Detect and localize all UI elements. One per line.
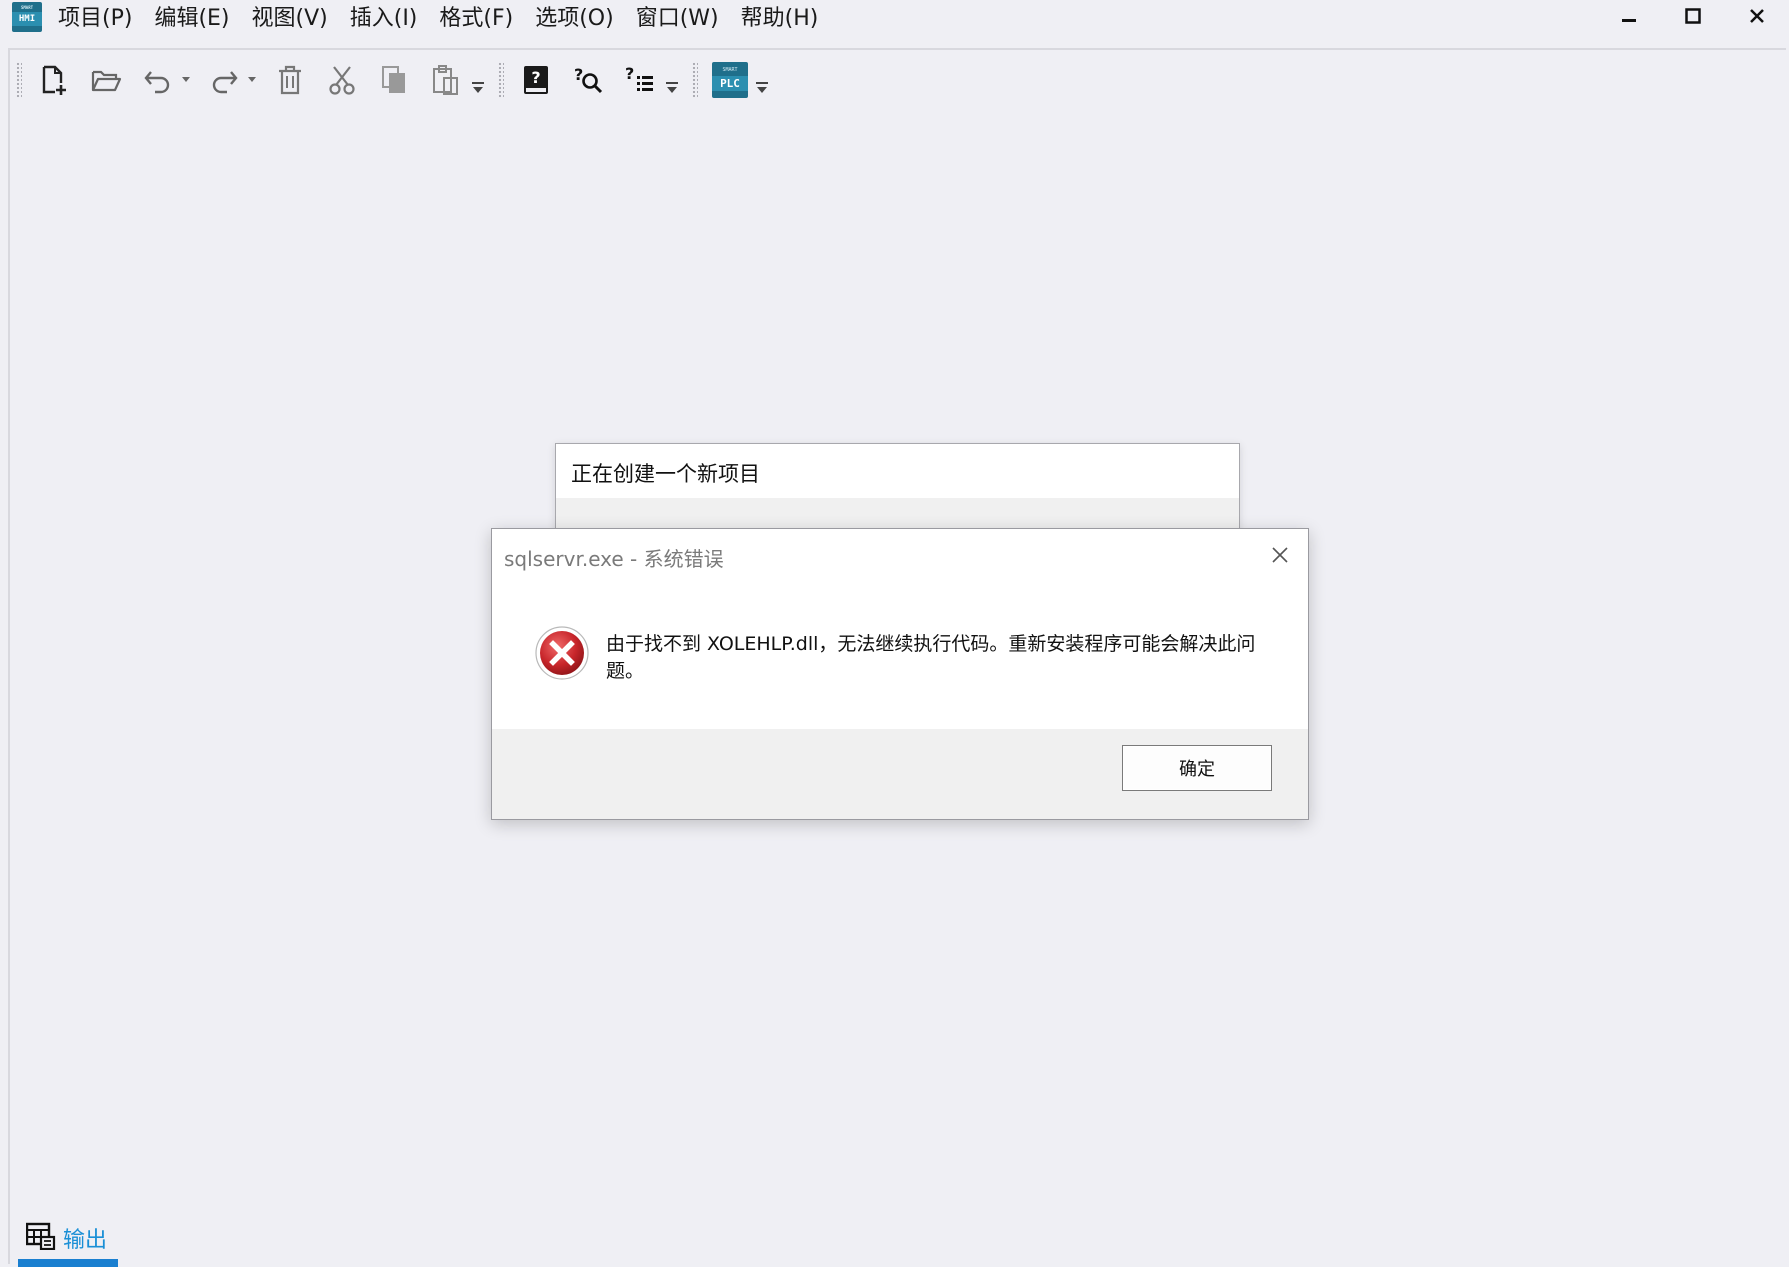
- error-message: 由于找不到 XOLEHLP.dll，无法继续执行代码。重新安装程序可能会解决此问…: [606, 633, 1256, 682]
- paste-icon: [433, 65, 458, 95]
- copy-icon: [382, 66, 405, 93]
- error-dialog-title: sqlservr.exe - 系统错误: [504, 547, 724, 571]
- minimize-button[interactable]: [1597, 0, 1661, 32]
- app-logo-text: HMI: [12, 12, 42, 26]
- new-file-button[interactable]: [34, 60, 74, 100]
- error-dialog: sqlservr.exe - 系统错误 由于找不到 XOLEHLP.dll，无法: [491, 528, 1309, 820]
- output-icon: [25, 1222, 56, 1251]
- help-book-button[interactable]: ?: [516, 60, 556, 100]
- open-folder-button[interactable]: [86, 60, 126, 100]
- toolbar-overflow-button[interactable]: [662, 60, 682, 100]
- undo-dropdown[interactable]: [178, 60, 194, 100]
- smart-plc-icon: SMART PLC: [712, 62, 748, 98]
- overflow-chevron-icon: [472, 82, 484, 93]
- menu-item-edit[interactable]: 编辑(E): [154, 0, 229, 32]
- error-icon: [534, 625, 590, 681]
- smart-plc-button[interactable]: SMART PLC: [710, 60, 750, 100]
- toolbar-overflow-button[interactable]: [752, 60, 772, 100]
- menu-item-format[interactable]: 格式(F): [439, 0, 513, 32]
- menu-item-view[interactable]: 视图(V): [252, 0, 328, 32]
- open-folder-icon: [91, 70, 122, 92]
- toolbar-grip[interactable]: [498, 62, 504, 98]
- close-button[interactable]: [1725, 0, 1789, 32]
- new-file-icon: [42, 65, 66, 95]
- redo-icon: [212, 71, 238, 94]
- menu-item-help[interactable]: 帮助(H): [741, 0, 819, 32]
- svg-text:?: ?: [625, 64, 634, 83]
- undo-button[interactable]: [138, 60, 178, 100]
- menu-items: 项目(P) 编辑(E) 视图(V) 插入(I) 格式(F) 选项(O) 窗口(W…: [58, 0, 840, 32]
- delete-button[interactable]: [270, 60, 310, 100]
- help-list-icon: ?: [625, 64, 653, 91]
- help-list-button[interactable]: ?: [620, 60, 660, 100]
- help-book-icon: ?: [524, 66, 548, 94]
- close-icon: [1750, 9, 1764, 23]
- chevron-down-icon: [248, 77, 256, 82]
- svg-text:?: ?: [574, 65, 583, 84]
- maximize-icon: [1685, 8, 1701, 24]
- find-help-button[interactable]: ?: [568, 60, 608, 100]
- toolbar-overflow-button[interactable]: [468, 60, 488, 100]
- output-tab-active-indicator: [18, 1259, 118, 1267]
- app-logo-icon: SMART HMI: [12, 2, 42, 32]
- delete-icon: [279, 65, 301, 95]
- output-tab[interactable]: 输出: [18, 1212, 118, 1267]
- redo-dropdown[interactable]: [244, 60, 260, 100]
- menu-item-options[interactable]: 选项(O): [535, 0, 613, 32]
- find-help-icon: ?: [574, 65, 603, 94]
- progress-dialog-title: 正在创建一个新项目: [571, 462, 760, 486]
- toolbar: ? ? ? SMART PLC: [12, 56, 778, 104]
- toolbar-grip[interactable]: [692, 62, 698, 98]
- chevron-down-icon: [182, 77, 190, 82]
- app-logo-small-text: SMART: [20, 5, 34, 10]
- redo-button[interactable]: [204, 60, 244, 100]
- menu-item-project[interactable]: 项目(P): [58, 0, 132, 32]
- maximize-button[interactable]: [1661, 0, 1725, 32]
- error-dialog-close-button[interactable]: [1268, 543, 1292, 567]
- menu-item-insert[interactable]: 插入(I): [350, 0, 418, 32]
- output-tab-label: 输出: [63, 1228, 108, 1253]
- paste-button[interactable]: [426, 60, 466, 100]
- menu-bar: SMART HMI 项目(P) 编辑(E) 视图(V) 插入(I) 格式(F) …: [0, 0, 1789, 44]
- cut-button[interactable]: [322, 60, 362, 100]
- ok-button[interactable]: 确定: [1122, 745, 1272, 791]
- cut-icon: [329, 66, 355, 95]
- undo-icon: [144, 71, 170, 94]
- plc-text: PLC: [712, 76, 748, 91]
- window-controls: [1597, 0, 1789, 32]
- error-dialog-footer: 确定: [492, 729, 1308, 819]
- minimize-icon: [1622, 19, 1636, 22]
- svg-text:?: ?: [531, 68, 540, 87]
- close-icon: [1272, 547, 1288, 563]
- overflow-chevron-icon: [756, 82, 768, 93]
- toolbar-grip[interactable]: [16, 62, 22, 98]
- menu-item-window[interactable]: 窗口(W): [636, 0, 719, 32]
- copy-button[interactable]: [374, 60, 414, 100]
- overflow-chevron-icon: [666, 82, 678, 93]
- plc-small-text: SMART: [722, 67, 738, 73]
